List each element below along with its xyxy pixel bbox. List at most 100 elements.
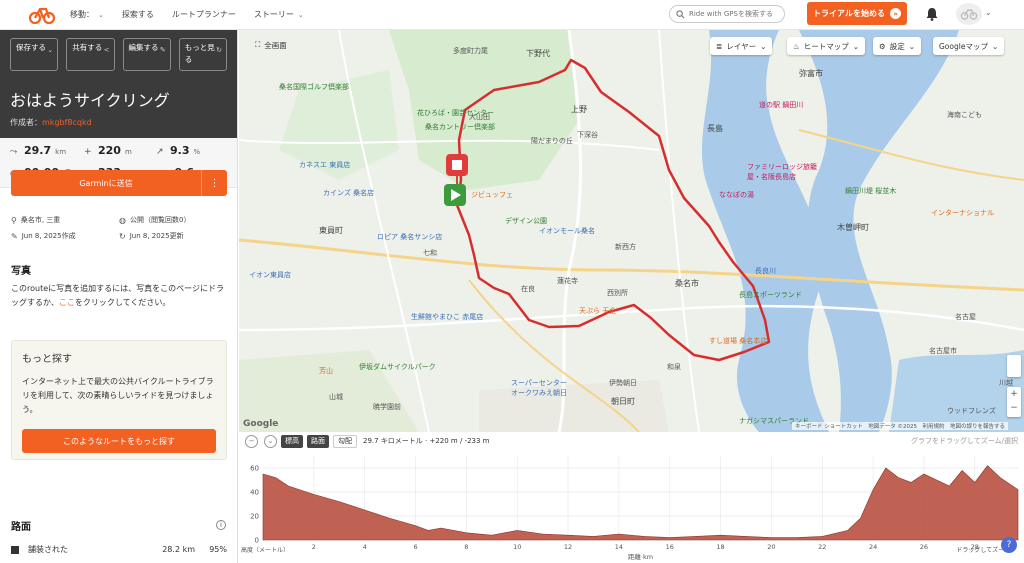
map-label: ファミリーロッジ旅籠 (747, 163, 817, 171)
find-more-text: インターネット上で最大の公共バイクルートライブラリを利用して、次の素晴らしいライ… (22, 377, 214, 414)
elevation-toolbar: − ⌄ 標高 路面 勾配 29.7 キロメートル · +220 m / -233… (239, 432, 1024, 450)
tab-elevation[interactable]: 標高 (281, 434, 303, 448)
pencil-icon: ✎ (159, 46, 166, 54)
info-icon[interactable]: i (216, 520, 226, 530)
nav-stories[interactable]: ストーリー ⌄ (254, 9, 304, 20)
map-label: 陽だまりの丘 (531, 137, 573, 145)
elevation-hint: グラフをドラッグしてズーム/選択 (911, 437, 1018, 445)
fullscreen-icon: ⛶ (255, 40, 261, 49)
more-button[interactable]: もっと見る ↻ (178, 38, 227, 71)
chevron-down-icon: ⌄ (991, 41, 999, 51)
meta-created: ✎ Jun 8, 2025作成 (11, 231, 76, 241)
map-label: 桑名カントリー倶楽部 (425, 123, 495, 131)
route-map[interactable]: ⛶ 全画面 ≣ レイヤー ⌄ ♨ ヒートマップ ⌄ ⚙ 設定 ⌄ Googleマップ ⌄ 下野代… (239, 30, 1024, 432)
save-button[interactable]: 保存する ⌄ (10, 38, 59, 71)
route-author: 作成者：mkgbf8cqkd (10, 118, 92, 127)
map-label: カネスエ 東員店 (299, 161, 351, 169)
x-tick-label: 8 (464, 543, 468, 551)
map-label: デザイン公園 (505, 217, 547, 225)
chevron-down-icon[interactable]: ⌄ (985, 8, 992, 17)
elevation-chart[interactable]: 60402002 4 6 8 10 12 14 16 18 20 22 24 26 28距離 km高度（メ… (239, 450, 1024, 563)
map-label: 新西方 (615, 243, 636, 251)
help-icon[interactable]: ? (1001, 537, 1017, 553)
zoom-in-icon[interactable]: + (1007, 387, 1021, 401)
stat-elevation-gain: +220 m (84, 144, 132, 157)
top-nav: 移動：⌄ 探索する ルートプランナー ストーリー⌄ トライアルを始める» ⌄ (0, 0, 1024, 30)
author-link[interactable]: mkgbf8cqkd (42, 118, 92, 127)
bell-icon[interactable] (924, 6, 940, 22)
x-tick-label: 20 (767, 543, 775, 551)
avatar[interactable] (956, 3, 982, 25)
map-attribution[interactable]: キーボード ショートカット 地図データ ©2025 利用規約 地図の誤りを報告す… (792, 422, 1008, 430)
chevron-down-icon[interactable]: ⌄ (264, 434, 277, 448)
map-label: スーパーセンター (511, 379, 567, 387)
search-input[interactable] (689, 10, 781, 18)
settings-button[interactable]: ⚙ 設定 ⌄ (873, 37, 922, 55)
share-button[interactable]: 共有する < (66, 38, 115, 71)
y-axis-label: 高度（メートル） (241, 546, 289, 554)
map-label: 弥富市 (799, 69, 823, 78)
y-tick-label: 20 (250, 513, 259, 521)
refresh-icon: ↻ (119, 231, 126, 241)
map-label: インターナショナル (931, 209, 994, 217)
map-zoom-control[interactable]: + − (1007, 387, 1021, 417)
map-label: 屋・名阪長島店 (747, 173, 796, 181)
map-type-button[interactable]: Googleマップ ⌄ (933, 37, 1005, 55)
photos-heading: 写真 (11, 266, 31, 277)
nav-route-planner[interactable]: ルートプランナー (172, 9, 236, 20)
ridewithgps-logo[interactable] (28, 4, 56, 26)
chevron-down-icon: ⌄ (908, 41, 916, 51)
map-label: 和泉 (667, 363, 681, 371)
elevation-summary: 29.7 キロメートル · +220 m / -233 m (363, 437, 490, 445)
map-label: 上野 (571, 105, 587, 114)
y-tick-label: 60 (250, 465, 259, 473)
street-view-pegman-icon[interactable] (1007, 355, 1021, 377)
google-logo: Google (243, 419, 279, 429)
fullscreen-button[interactable]: ⛶ 全画面 (249, 36, 293, 54)
distance-icon: ⤳ (10, 147, 18, 157)
nav-go[interactable]: 移動： ⌄ (70, 9, 104, 20)
tab-grade[interactable]: 勾配 (333, 434, 357, 448)
location-pin-icon: ⚲ (11, 215, 17, 225)
y-tick-label: 40 (250, 489, 259, 497)
globe-icon: ◍ (119, 215, 126, 225)
map-label: すし道場 桑名本店 (709, 337, 768, 345)
share-icon: < (103, 46, 110, 54)
map-label: 西別所 (607, 289, 628, 297)
map-label: 桑名市 (675, 279, 699, 288)
layer-button[interactable]: ≣ レイヤー ⌄ (710, 37, 773, 55)
zoom-out-icon[interactable]: − (1007, 401, 1021, 415)
plus-icon: + (84, 147, 92, 157)
map-label: 暁学園前 (373, 403, 401, 411)
refresh-icon: ↻ (216, 46, 222, 54)
map-label: 芳山 (319, 367, 333, 375)
photo-upload-link[interactable]: ここ (59, 298, 75, 307)
map-label: 道の駅 鍋田川 (759, 101, 804, 109)
garmin-more-button[interactable]: ⋮ (201, 170, 227, 196)
tab-surface[interactable]: 路面 (307, 434, 329, 448)
heatmap-button[interactable]: ♨ ヒートマップ ⌄ (787, 37, 866, 55)
map-label: 天ぷら 天金 (579, 307, 617, 315)
nav-explore[interactable]: 探索する (122, 9, 154, 20)
map-label: 大山田 (469, 113, 490, 121)
send-to-garmin-button[interactable]: Garminに送信 (11, 170, 201, 196)
surface-row: 舗装された 28.2 km 95% (11, 544, 227, 555)
edit-button[interactable]: 編集する ✎ (122, 38, 171, 71)
elevation-profile-area (262, 465, 1019, 541)
meta-visibility: ◍ 公開（閲覧回数0） (119, 215, 191, 225)
zoom-out-icon[interactable]: − (245, 434, 258, 448)
garmin-send-group: Garminに送信 ⋮ (11, 170, 227, 196)
chevron-down-icon: ⌄ (47, 46, 54, 54)
gear-icon: ⚙ (879, 41, 886, 51)
find-more-routes-button[interactable]: このようなルートをもっと探す (22, 429, 216, 453)
x-tick-label: 16 (666, 543, 674, 551)
arrow-up-right-icon: ↗ (156, 147, 164, 157)
meta-location: ⚲ 桑名市, 三重 (11, 215, 61, 225)
chevron-down-icon: ⌄ (852, 41, 860, 51)
start-trial-button[interactable]: トライアルを始める» (807, 2, 907, 25)
flame-icon: ♨ (793, 41, 800, 51)
x-tick-label: 2 (312, 543, 316, 551)
x-tick-label: 22 (818, 543, 826, 551)
surface-heading: 路面 (11, 522, 31, 533)
search-box[interactable] (669, 5, 785, 23)
